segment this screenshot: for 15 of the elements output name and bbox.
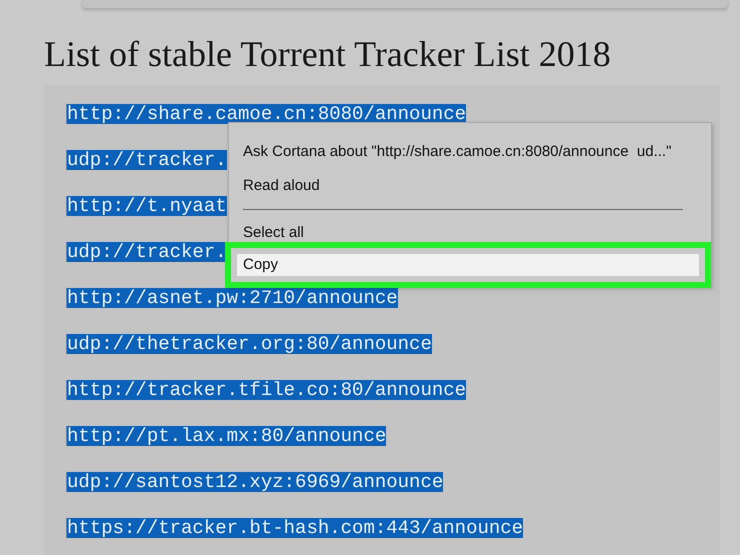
tracker-url: udp://tracker. <box>67 242 227 262</box>
tracker-url: http://asnet.pw:2710/announce <box>67 288 398 308</box>
tracker-url: http://share.camoe.cn:8080/announce <box>67 104 466 124</box>
tracker-url: udp://tracker. <box>67 150 227 170</box>
page-heading: List of stable Torrent Tracker List 2018 <box>44 34 612 74</box>
menu-item[interactable]: Ask Cortana about "http://share.camoe.cn:8080/announce ud..." <box>229 135 711 169</box>
menu-item[interactable]: Select all <box>229 216 711 250</box>
menu-item[interactable]: Read aloud <box>229 169 711 203</box>
menu-item[interactable]: Copy <box>237 254 699 276</box>
tracker-url: udp://santost12.xyz:6969/announce <box>67 472 444 492</box>
tracker-url: http://t.nyaat <box>67 196 227 216</box>
tracker-url: http://pt.lax.mx:80/announce <box>67 426 386 446</box>
tracker-url: http://tracker.tfile.co:80/announce <box>67 380 466 400</box>
tracker-url: udp://thetracker.org:80/announce <box>67 334 432 354</box>
tracker-url: https://tracker.bt-hash.com:443/announce <box>67 518 524 538</box>
